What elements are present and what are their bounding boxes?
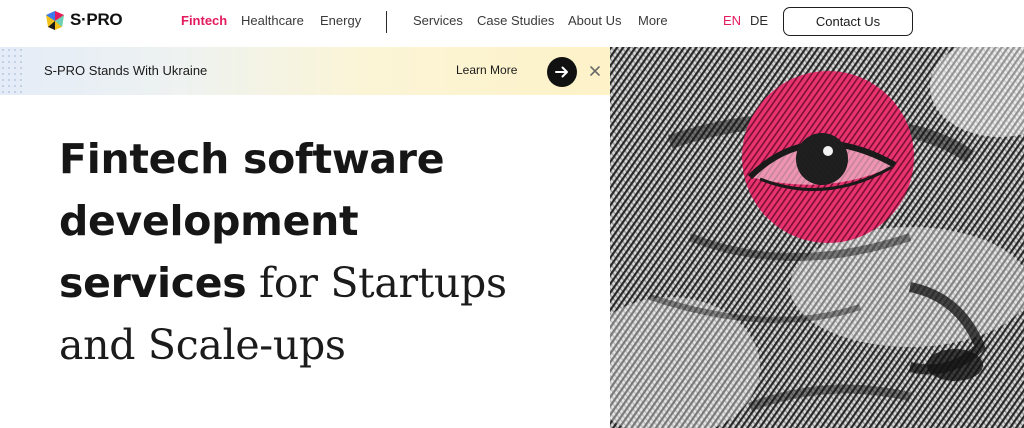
nav-item-about-us[interactable]: About Us bbox=[568, 13, 621, 28]
nav-item-more[interactable]: More bbox=[638, 13, 668, 28]
nav-item-healthcare[interactable]: Healthcare bbox=[241, 13, 304, 28]
nav-item-fintech[interactable]: Fintech bbox=[181, 13, 227, 28]
nav-item-energy[interactable]: Energy bbox=[320, 13, 361, 28]
banner-text: S-PRO Stands With Ukraine bbox=[44, 63, 208, 78]
nav-item-case-studies[interactable]: Case Studies bbox=[477, 13, 554, 28]
hero-heading: Fintech software development services fo… bbox=[59, 128, 599, 376]
logo[interactable]: S·PRO bbox=[44, 9, 123, 31]
hero-line-3-rest: for Startups bbox=[246, 259, 507, 307]
nav-divider bbox=[386, 11, 387, 33]
nav-item-services[interactable]: Services bbox=[413, 13, 463, 28]
hero-line-2: development bbox=[59, 197, 359, 245]
ukraine-banner: S-PRO Stands With Ukraine Learn More bbox=[0, 47, 610, 95]
language-de[interactable]: DE bbox=[750, 13, 768, 28]
close-icon[interactable] bbox=[588, 61, 602, 81]
hero-line-3-bold: services bbox=[59, 259, 247, 307]
logo-icon bbox=[46, 11, 64, 30]
hero-line-1: Fintech software bbox=[59, 135, 445, 183]
hero-line-4: and Scale-ups bbox=[59, 321, 346, 369]
site-header: S·PRO Fintech Healthcare Energy Services… bbox=[0, 0, 1024, 46]
contact-us-button[interactable]: Contact Us bbox=[783, 7, 913, 36]
logo-text: S·PRO bbox=[70, 10, 123, 29]
hero-banknote-image bbox=[610, 47, 1024, 428]
learn-more-arrow-button[interactable] bbox=[547, 57, 577, 87]
engraved-face-illustration bbox=[610, 47, 1024, 428]
learn-more-link[interactable]: Learn More bbox=[456, 63, 517, 77]
language-en[interactable]: EN bbox=[723, 13, 741, 28]
banner-dot-pattern bbox=[0, 47, 26, 95]
arrow-right-icon bbox=[555, 66, 568, 78]
